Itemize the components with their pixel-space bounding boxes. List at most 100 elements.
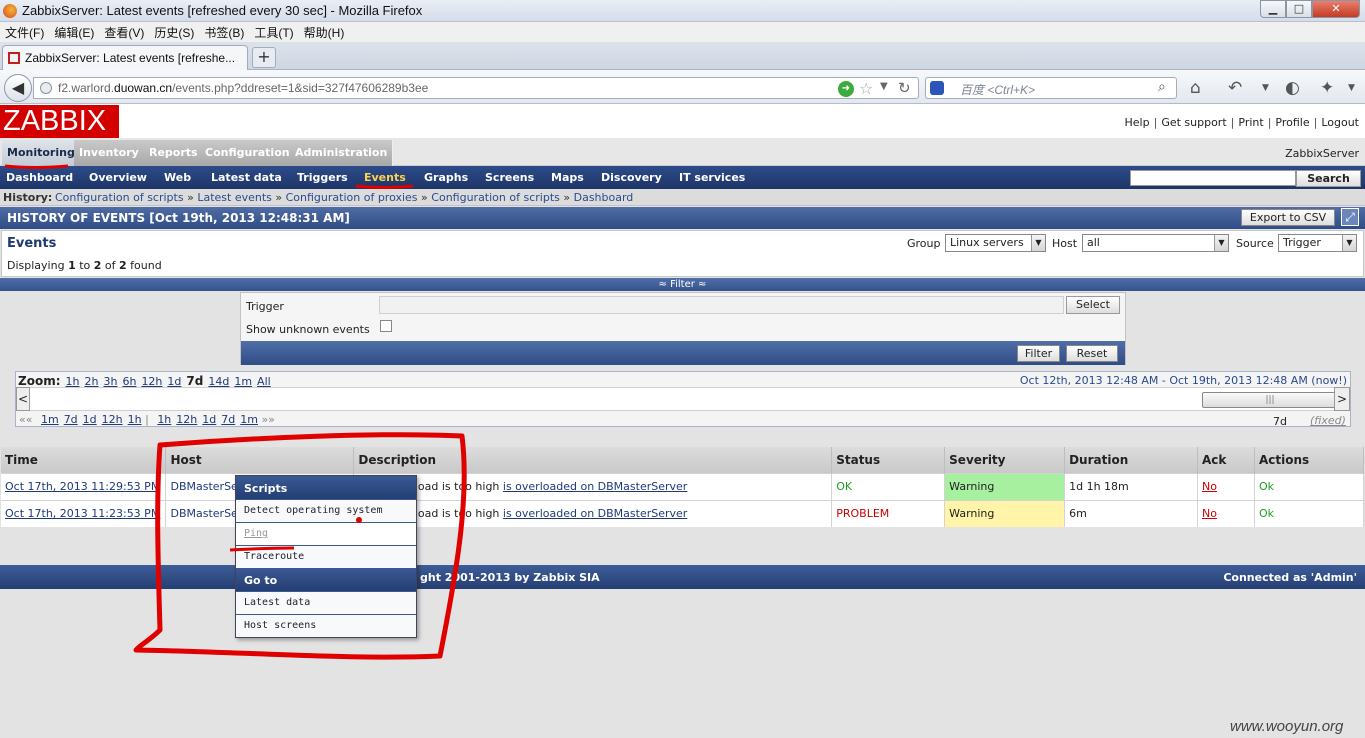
url-bar[interactable]: f2.warlord.duowan.cn/events.php?ddreset=… — [33, 77, 919, 99]
print-link[interactable]: Print — [1238, 116, 1263, 129]
sub-menu-discovery[interactable]: Discovery — [601, 171, 662, 184]
filter-button[interactable]: Filter — [1017, 345, 1060, 362]
scroll-thumb[interactable]: ||| — [1202, 392, 1338, 408]
search-bar[interactable]: 百度 <Ctrl+K> ⌕ — [925, 77, 1177, 99]
main-menu-monitoring[interactable]: Monitoring — [2, 140, 81, 166]
trigger-input[interactable] — [379, 296, 1064, 314]
history-link[interactable]: Configuration of proxies — [286, 191, 418, 204]
col-description[interactable]: Description — [353, 447, 833, 473]
get-support-link[interactable]: Get support — [1161, 116, 1226, 129]
step-forward-link[interactable]: 1m — [240, 413, 258, 426]
goto-latest-data[interactable]: Latest data — [236, 591, 416, 614]
script-detect-os[interactable]: Detect operating system — [236, 499, 416, 522]
scroll-left-arrow-icon[interactable]: < — [16, 387, 30, 411]
menu-history[interactable]: 历史(S) — [149, 22, 199, 41]
source-select[interactable]: Trigger ▼ — [1278, 234, 1357, 252]
profile-link[interactable]: Profile — [1275, 116, 1309, 129]
history-link[interactable]: Latest events — [197, 191, 272, 204]
col-host[interactable]: Host — [165, 447, 355, 473]
ack-link[interactable]: No — [1202, 507, 1217, 520]
main-menu-administration[interactable]: Administration — [290, 140, 394, 166]
menu-bookmarks[interactable]: 书签(B) — [199, 22, 249, 41]
home-icon[interactable]: ⌂ — [1190, 78, 1201, 98]
sub-menu-latest-data[interactable]: Latest data — [211, 171, 282, 184]
col-severity[interactable]: Severity — [944, 447, 1066, 473]
export-csv-button[interactable]: Export to CSV — [1241, 209, 1335, 226]
help-link[interactable]: Help — [1125, 116, 1150, 129]
col-duration[interactable]: Duration — [1064, 447, 1199, 473]
search-icon[interactable]: ⌕ — [1158, 79, 1166, 95]
chevron-down-icon[interactable]: ▼ — [1262, 83, 1269, 93]
sub-menu-maps[interactable]: Maps — [551, 171, 584, 184]
script-traceroute[interactable]: Traceroute — [236, 545, 416, 568]
group-select[interactable]: Linux servers ▼ — [945, 234, 1046, 252]
step-back-link[interactable]: 7d — [64, 413, 78, 426]
actions-value[interactable]: Ok — [1254, 499, 1365, 527]
event-time-link[interactable]: Oct 17th, 2013 11:29:53 PM — [5, 480, 160, 493]
menu-tools[interactable]: 工具(T) — [249, 22, 298, 41]
history-link[interactable]: Configuration of scripts — [55, 191, 184, 204]
description-link[interactable]: is overloaded on DBMasterServer — [503, 480, 687, 493]
sub-menu-web[interactable]: Web — [164, 171, 191, 184]
back-arrow-icon[interactable]: ◀ — [4, 74, 32, 102]
go-arrow-icon[interactable]: ➜ — [838, 81, 854, 97]
close-button[interactable]: ✕ — [1312, 0, 1360, 18]
sync-icon[interactable]: ◐ — [1285, 78, 1300, 98]
reset-button[interactable]: Reset — [1066, 345, 1118, 362]
history-link[interactable]: Dashboard — [574, 191, 634, 204]
step-back-link[interactable]: 1d — [83, 413, 97, 426]
fixed-toggle[interactable]: (fixed) — [1310, 414, 1346, 427]
script-ping[interactable]: Ping — [236, 522, 416, 545]
fullscreen-icon[interactable]: ⤢ — [1341, 208, 1359, 226]
sub-menu-graphs[interactable]: Graphs — [424, 171, 468, 184]
menu-help[interactable]: 帮助(H) — [299, 22, 350, 41]
baidu-engine-icon[interactable] — [930, 81, 944, 95]
addon-icon[interactable]: ✦ — [1320, 78, 1334, 98]
step-back-link[interactable]: 1h — [128, 413, 142, 426]
zabbix-search-button[interactable]: Search — [1296, 170, 1361, 187]
actions-value[interactable]: Ok — [1254, 472, 1365, 500]
timeline-scrollbar[interactable] — [16, 387, 1350, 411]
main-menu-reports[interactable]: Reports — [144, 140, 204, 166]
logout-link[interactable]: Logout — [1321, 116, 1359, 129]
maximize-button[interactable]: □ — [1286, 0, 1312, 18]
event-time-link[interactable]: Oct 17th, 2013 11:23:53 PM — [5, 507, 160, 520]
sub-menu-triggers[interactable]: Triggers — [297, 171, 348, 184]
step-forward-link[interactable]: 1h — [157, 413, 171, 426]
minimize-button[interactable]: ▁ — [1260, 0, 1286, 18]
sub-menu-events[interactable]: Events — [364, 171, 406, 184]
filter-toggle[interactable]: ≈ Filter ≈ — [0, 278, 1365, 291]
scroll-right-arrow-icon[interactable]: > — [1334, 387, 1350, 411]
browser-tab[interactable]: ZabbixServer: Latest events [refreshe... — [2, 45, 248, 70]
select-button[interactable]: Select — [1066, 296, 1120, 314]
chevron-down-icon[interactable]: ▼ — [880, 81, 888, 92]
step-forward-link[interactable]: 12h — [176, 413, 197, 426]
host-select[interactable]: all ▼ — [1082, 234, 1229, 252]
step-forward-link[interactable]: 7d — [221, 413, 235, 426]
col-status[interactable]: Status — [831, 447, 946, 473]
undo-icon[interactable]: ↶ — [1228, 78, 1242, 98]
sub-menu-it-services[interactable]: IT services — [679, 171, 745, 184]
description-link[interactable]: is overloaded on DBMasterServer — [503, 507, 687, 520]
step-back-link[interactable]: 12h — [102, 413, 123, 426]
ack-link[interactable]: No — [1202, 480, 1217, 493]
url-text[interactable]: f2.warlord.duowan.cn/events.php?ddreset=… — [58, 81, 428, 95]
goto-host-screens[interactable]: Host screens — [236, 614, 416, 637]
main-menu-configuration[interactable]: Configuration — [200, 140, 296, 166]
menu-view[interactable]: 查看(V) — [99, 22, 149, 41]
main-menu-inventory[interactable]: Inventory — [74, 140, 145, 166]
menu-file[interactable]: 文件(F) — [0, 22, 49, 41]
chevron-down-icon[interactable]: ▼ — [1348, 83, 1355, 93]
zabbix-logo[interactable]: ZABBIX — [0, 105, 119, 138]
bookmark-star-icon[interactable]: ☆ — [859, 79, 873, 98]
sub-menu-dashboard[interactable]: Dashboard — [6, 171, 73, 184]
sub-menu-screens[interactable]: Screens — [485, 171, 534, 184]
history-link[interactable]: Configuration of scripts — [431, 191, 560, 204]
sub-menu-overview[interactable]: Overview — [89, 171, 147, 184]
step-back-link[interactable]: 1m — [41, 413, 59, 426]
reload-icon[interactable]: ↻ — [898, 79, 911, 97]
menu-edit[interactable]: 编辑(E) — [49, 22, 99, 41]
site-identity-icon[interactable] — [40, 82, 52, 94]
col-time[interactable]: Time — [1, 447, 167, 473]
new-tab-button[interactable]: + — [252, 47, 276, 68]
